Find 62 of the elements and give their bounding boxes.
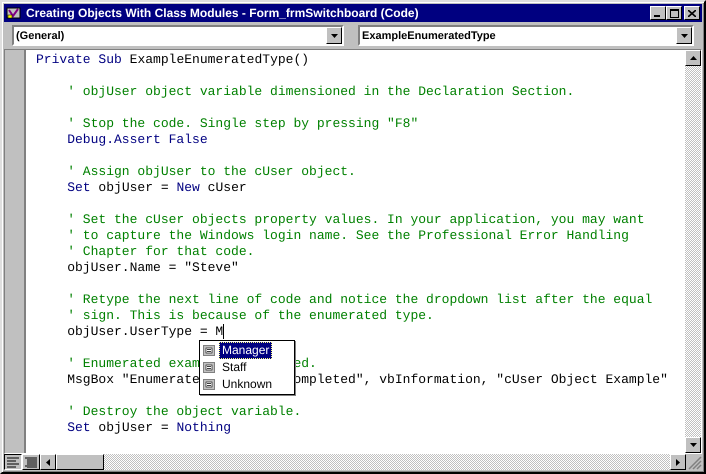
code-text: objUser = [98, 180, 169, 195]
procedure-view-icon [7, 456, 19, 468]
procedure-view-button[interactable] [4, 454, 22, 470]
code-comment: ' Chapter for that code. [67, 244, 254, 259]
window-title: Creating Objects With Class Modules - Form_frmSwitchboard (Code) [26, 6, 420, 20]
procedure-dropdown[interactable]: ExampleEnumeratedType [358, 25, 694, 46]
code-text: ExampleEnumeratedType() [130, 52, 310, 67]
scroll-left-button[interactable] [40, 454, 56, 470]
code-comment: ' Stop the code. Single step by pressing "F8" [67, 116, 418, 131]
enum-member-icon [203, 379, 215, 390]
autocomplete-item[interactable]: Unknown [200, 376, 294, 393]
code-keyword: Private Sub [36, 52, 122, 67]
code-text: ompleted", vbInformation, "cUser Object Example" [293, 372, 668, 387]
item-label: Staff [221, 359, 248, 376]
scroll-right-button[interactable] [670, 454, 686, 470]
code-comment: ' to capture the Windows login name. See the Professional Error Handling [67, 228, 629, 243]
item-label: Unknown [221, 376, 274, 393]
full-module-view-icon [25, 456, 37, 468]
close-icon [688, 10, 696, 16]
code-comment: ' Assign objUser to the cUser object. [67, 164, 356, 179]
maximize-button[interactable] [666, 6, 682, 20]
scrollbar-thumb[interactable] [56, 454, 104, 470]
caret-icon [680, 34, 688, 38]
dropdown-button[interactable] [676, 27, 692, 44]
code-text: MsgBox "Enumerate [67, 372, 200, 387]
code-text: objUser.Name = "Steve" [67, 260, 239, 275]
down-arrow-icon [690, 443, 696, 447]
object-dropdown[interactable]: (General) [12, 25, 344, 46]
enum-member-icon [203, 362, 215, 373]
code-keyword: Set [67, 180, 91, 195]
code-comment: ' objUser object variable dimensioned in the Declaration Section. [67, 84, 574, 99]
caret-icon [330, 34, 338, 38]
close-button[interactable] [684, 6, 700, 20]
code-text: cUser [208, 180, 247, 195]
up-arrow-icon [690, 56, 696, 60]
left-arrow-icon [46, 458, 50, 466]
horizontal-scrollbar[interactable] [40, 454, 686, 470]
code-keyword: Set [67, 420, 91, 435]
code-keyword: Debug.Assert False [67, 132, 208, 147]
code-text: objUser.UserType = M [67, 324, 224, 339]
minimize-button[interactable] [650, 6, 666, 20]
item-label: Manager [219, 342, 272, 359]
code-editor[interactable] [26, 50, 685, 453]
enum-member-icon [203, 345, 215, 356]
maximize-icon [670, 8, 678, 18]
dropdown-button[interactable] [326, 27, 342, 44]
code-text: objUser = [98, 420, 169, 435]
full-module-view-button[interactable] [22, 454, 40, 470]
right-arrow-icon [676, 458, 680, 466]
code-keyword: New [176, 180, 200, 195]
resize-grip-icon [686, 454, 702, 470]
autocomplete-item[interactable]: Manager [200, 342, 294, 359]
vertical-scrollbar[interactable] [685, 50, 701, 453]
code-comment: ' Destroy the object variable. [67, 404, 302, 419]
code-comment: ' Retype the next line of code and notice the dropdown list after the equal [67, 292, 652, 307]
code-comment: ' Set the cUser objects property values. In your application, you may want [67, 212, 644, 227]
scroll-down-button[interactable] [685, 437, 701, 453]
code-comment: ' sign. This is because of the enumerated type. [67, 308, 434, 323]
code-keyword: Nothing [176, 420, 232, 435]
code-comment: ' Enumerated exam [67, 356, 200, 371]
scroll-up-button[interactable] [685, 50, 701, 66]
autocomplete-item[interactable]: Staff [200, 359, 294, 376]
